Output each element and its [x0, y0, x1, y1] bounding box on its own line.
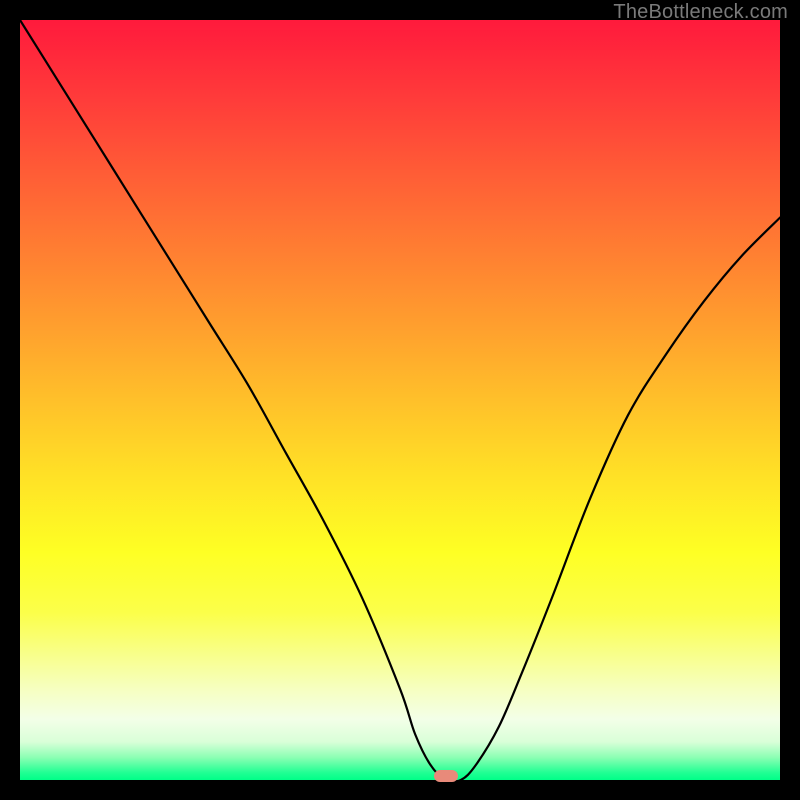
optimal-marker [434, 770, 458, 782]
bottleneck-curve [20, 20, 780, 780]
plot-area [20, 20, 780, 780]
bottleneck-curve-svg [20, 20, 780, 780]
chart-frame: TheBottleneck.com [0, 0, 800, 800]
